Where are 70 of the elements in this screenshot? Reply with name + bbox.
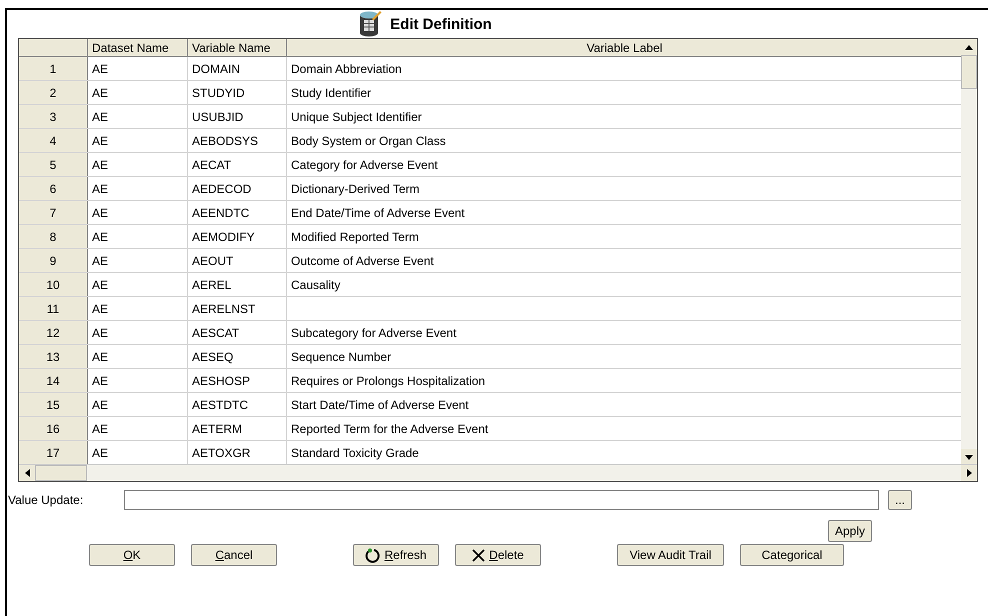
- row-number[interactable]: 7: [19, 201, 88, 224]
- table-cell: STUDYID: [188, 81, 287, 104]
- scrollbar-thumb[interactable]: [961, 55, 977, 89]
- table-cell: AE: [88, 273, 188, 296]
- x-icon: [472, 548, 486, 562]
- row-number[interactable]: 13: [19, 345, 88, 368]
- table-cell: AETERM: [188, 417, 287, 440]
- table-cell: AE: [88, 177, 188, 200]
- row-number[interactable]: 11: [19, 297, 88, 320]
- table-cell: AE: [88, 369, 188, 392]
- table-cell: AE: [88, 105, 188, 128]
- scrollbar-thumb[interactable]: [35, 465, 87, 481]
- dialog-button[interactable]: Categorical: [740, 544, 844, 566]
- value-update-label: Value Update:: [7, 493, 84, 507]
- row-number[interactable]: 17: [19, 441, 88, 464]
- table-cell: AEENDTC: [188, 201, 287, 224]
- dialog-title: Edit Definition: [390, 16, 492, 32]
- table-cell: USUBJID: [188, 105, 287, 128]
- table-cell: AEMODIFY: [188, 225, 287, 248]
- apply-button[interactable]: Apply: [828, 520, 872, 542]
- table-cell: AE: [88, 201, 188, 224]
- right-arrow-icon[interactable]: [966, 469, 972, 477]
- left-arrow-icon[interactable]: [24, 469, 30, 477]
- row-number[interactable]: 16: [19, 417, 88, 440]
- table-cell: AE: [88, 345, 188, 368]
- table-cell: AE: [88, 417, 188, 440]
- table-cell: AE: [88, 153, 188, 176]
- table-cell: AE: [88, 225, 188, 248]
- row-number[interactable]: 12: [19, 321, 88, 344]
- row-number[interactable]: 3: [19, 105, 88, 128]
- vertical-scrollbar[interactable]: [961, 39, 977, 465]
- table-cell: AE: [88, 249, 188, 272]
- browse-button[interactable]: ...: [888, 490, 912, 510]
- refresh-icon: [365, 548, 380, 562]
- table-cell: AEBODSYS: [188, 129, 287, 152]
- table-cell: AE: [88, 321, 188, 344]
- row-number[interactable]: 4: [19, 129, 88, 152]
- table-cell: AERELNST: [188, 297, 287, 320]
- horizontal-scrollbar[interactable]: [19, 464, 977, 481]
- row-number[interactable]: 9: [19, 249, 88, 272]
- row-number[interactable]: 8: [19, 225, 88, 248]
- table-cell: AESCAT: [188, 321, 287, 344]
- table-cell: AESEQ: [188, 345, 287, 368]
- row-number[interactable]: 10: [19, 273, 88, 296]
- up-arrow-icon[interactable]: [965, 44, 973, 50]
- table-cell: AE: [88, 393, 188, 416]
- row-number[interactable]: 15: [19, 393, 88, 416]
- row-number[interactable]: 2: [19, 81, 88, 104]
- table-cell: AEREL: [188, 273, 287, 296]
- row-number[interactable]: 6: [19, 177, 88, 200]
- row-number[interactable]: 5: [19, 153, 88, 176]
- refresh-button[interactable]: Refresh: [353, 544, 439, 566]
- table-cell: AE: [88, 81, 188, 104]
- table-cell: AEOUT: [188, 249, 287, 272]
- dialog-button[interactable]: View Audit Trail: [617, 544, 724, 566]
- table-cell: AESHOSP: [188, 369, 287, 392]
- table-cell: DOMAIN: [188, 57, 287, 80]
- delete-button[interactable]: Delete: [455, 544, 541, 566]
- dialog-button[interactable]: OK: [89, 544, 175, 566]
- value-update-field[interactable]: [124, 490, 879, 510]
- table-cell: AE: [88, 297, 188, 320]
- table-cell: AECAT: [188, 153, 287, 176]
- table-cell: AE: [88, 57, 188, 80]
- down-arrow-icon[interactable]: [965, 454, 973, 460]
- table-cell: AESTDTC: [188, 393, 287, 416]
- table-cell: AEDECOD: [188, 177, 287, 200]
- table-cell: AE: [88, 129, 188, 152]
- row-number[interactable]: 1: [19, 57, 88, 80]
- dialog-button[interactable]: Cancel: [191, 544, 277, 566]
- row-number[interactable]: 14: [19, 369, 88, 392]
